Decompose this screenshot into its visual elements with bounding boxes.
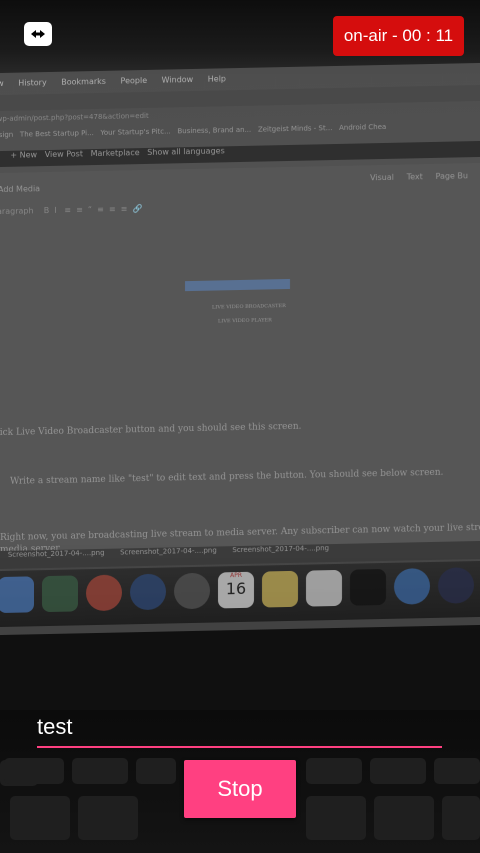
bookmark: Android Chea	[339, 122, 387, 132]
launchpad-icon	[174, 572, 210, 610]
keyboard-key	[4, 758, 64, 784]
editor-tabs-bg: Visual Text Page Bu	[370, 171, 468, 183]
keyboard-key	[78, 796, 138, 840]
menu-item: Bookmarks	[61, 76, 106, 87]
wp-bar-item: Show all languages	[147, 146, 225, 157]
siri-icon	[130, 573, 166, 611]
preview-line: LIVE VIDEO PLAYER	[218, 317, 272, 325]
chrome-icon	[86, 574, 122, 612]
bookmark: Business, Brand an...	[177, 125, 252, 136]
calendar-day: 16	[225, 578, 247, 599]
camera-preview-screen: iew History Bookmarks People Window Help…	[0, 0, 480, 853]
bookmark: Your Startup's Pitc...	[100, 127, 171, 137]
eclipse-icon	[438, 567, 474, 604]
menu-item: Window	[161, 74, 194, 85]
calendar-icon: APR 16	[218, 571, 254, 609]
keyboard-key	[374, 796, 434, 840]
wp-admin-bar: + New View Post Marketplace Show all lan…	[0, 140, 480, 168]
keyboard-key	[306, 796, 366, 840]
on-air-status-badge: on-air - 00 : 11	[333, 16, 464, 56]
mac-dock: APR 16	[0, 560, 480, 628]
stop-button[interactable]: Stop	[184, 760, 296, 818]
finder-icon	[0, 576, 34, 614]
download-item: Screenshot_2017-04-....png	[7, 548, 105, 559]
format-select: Paragraph	[0, 206, 34, 217]
keyboard-key	[306, 758, 362, 784]
menu-item: iew	[0, 78, 4, 89]
bookmark: The Best Startup Pi...	[19, 129, 94, 139]
download-item: Screenshot_2017-04-....png	[232, 544, 330, 555]
terminal-icon	[350, 568, 386, 606]
menu-item: History	[18, 78, 47, 88]
notes-icon	[262, 570, 298, 608]
menu-item: Help	[207, 74, 226, 84]
messages-icon	[394, 568, 430, 605]
keyboard-key	[442, 796, 480, 840]
keyboard-key	[10, 796, 70, 840]
stream-name-input[interactable]	[37, 708, 442, 748]
keyboard-key	[72, 758, 128, 784]
android-studio-icon	[42, 575, 78, 613]
keyboard-key	[136, 758, 176, 784]
keyboard-key	[434, 758, 480, 784]
preview-line: LIVE VIDEO BROADCASTER	[212, 303, 286, 311]
switch-camera-icon[interactable]	[24, 22, 52, 46]
download-item: Screenshot_2017-04-....png	[120, 546, 217, 557]
bookmark: design	[0, 130, 14, 140]
keyboard-key	[370, 758, 426, 784]
editor-tab: Visual	[370, 172, 394, 183]
editor-tab: Page Bu	[435, 171, 468, 181]
reminders-icon	[306, 569, 342, 607]
editor-tab: Text	[406, 172, 423, 182]
add-media-button-bg: Add Media	[0, 184, 41, 195]
wp-bar-item: Marketplace	[90, 148, 140, 159]
wp-bar-item: View Post	[44, 149, 83, 160]
wp-bar-item: New	[19, 150, 38, 160]
menu-item: People	[120, 75, 148, 86]
laptop-keyboard	[0, 640, 480, 786]
laptop-screen-in-feed: iew History Bookmarks People Window Help…	[0, 62, 480, 636]
bookmark: Zeitgeist Minds - St...	[257, 124, 333, 134]
